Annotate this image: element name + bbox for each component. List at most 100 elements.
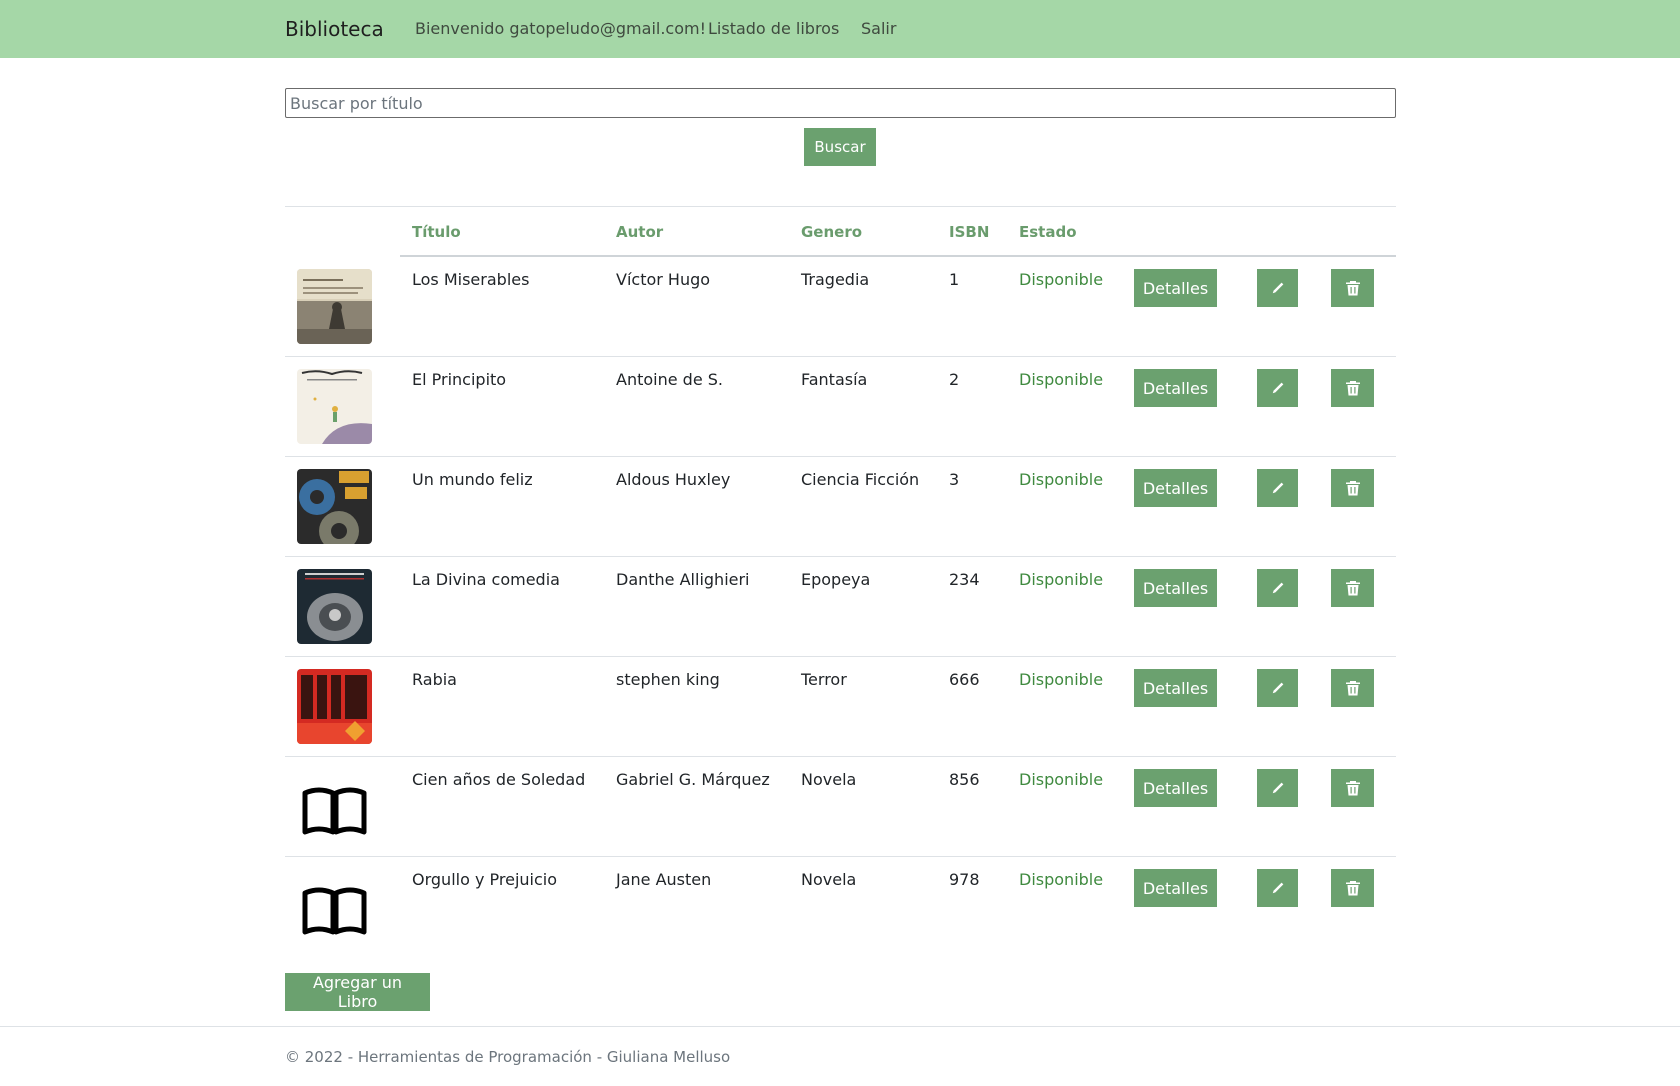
- details-button[interactable]: Detalles: [1134, 469, 1217, 507]
- rabia-cover: [297, 669, 372, 744]
- add-book-button[interactable]: Agregar un Libro: [285, 973, 430, 1011]
- table-row: La Divina comedia Danthe Allighieri Epop…: [285, 557, 1396, 657]
- book-author: Gabriel G. Márquez: [616, 770, 770, 789]
- table-row: El Principito Antoine de S. Fantasía 2 D…: [285, 357, 1396, 457]
- book-author: Jane Austen: [616, 870, 712, 889]
- book-title: Los Miserables: [412, 270, 530, 289]
- book-isbn: 666: [949, 670, 980, 689]
- table-row: Los Miserables Víctor Hugo Tragedia 1 Di…: [285, 257, 1396, 357]
- book-genre: Ciencia Ficción: [801, 470, 920, 489]
- book-author: Danthe Allighieri: [616, 570, 750, 589]
- table-row: Rabia stephen king Terror 666 Disponible…: [285, 657, 1396, 757]
- book-author: stephen king: [616, 670, 720, 689]
- details-button[interactable]: Detalles: [1134, 269, 1217, 307]
- delete-button[interactable]: [1331, 769, 1374, 807]
- pencil-icon: [1272, 782, 1283, 794]
- edit-button[interactable]: [1257, 469, 1298, 507]
- book-isbn: 1: [949, 270, 960, 289]
- welcome-link[interactable]: Bienvenido gatopeludo@gmail.com!: [415, 19, 706, 38]
- search-button[interactable]: Buscar: [804, 128, 876, 166]
- brand-link[interactable]: Biblioteca: [285, 17, 384, 41]
- trash-icon: [1345, 281, 1360, 296]
- book-isbn: 978: [949, 870, 980, 889]
- trash-icon: [1345, 881, 1360, 896]
- un-mundo-feliz-cover: [297, 469, 372, 544]
- details-button[interactable]: Detalles: [1134, 669, 1217, 707]
- book-status: Disponible: [1019, 270, 1104, 289]
- column-header-isbn: ISBN: [949, 223, 990, 241]
- edit-button[interactable]: [1257, 869, 1298, 907]
- edit-button[interactable]: [1257, 769, 1298, 807]
- column-header-title: Título: [412, 223, 461, 241]
- book-genre: Tragedia: [801, 270, 870, 289]
- book-status: Disponible: [1019, 870, 1104, 889]
- book-title: El Principito: [412, 370, 507, 389]
- table-top-divider: [285, 206, 1396, 207]
- delete-button[interactable]: [1331, 469, 1374, 507]
- search-input[interactable]: [285, 88, 1396, 118]
- book-title: Orgullo y Prejuicio: [412, 870, 558, 889]
- logout-link[interactable]: Salir: [861, 19, 896, 38]
- book-status: Disponible: [1019, 670, 1104, 689]
- books-list-link[interactable]: Listado de libros: [708, 19, 839, 38]
- pencil-icon: [1272, 682, 1283, 694]
- los-miserables-cover: [297, 269, 372, 344]
- delete-button[interactable]: [1331, 269, 1374, 307]
- book-isbn: 856: [949, 770, 980, 789]
- table-row: Orgullo y Prejuicio Jane Austen Novela 9…: [285, 857, 1396, 957]
- book-title: La Divina comedia: [412, 570, 560, 589]
- details-button[interactable]: Detalles: [1134, 869, 1217, 907]
- trash-icon: [1345, 481, 1360, 496]
- trash-icon: [1345, 381, 1360, 396]
- book-open-icon: [297, 869, 372, 944]
- book-genre: Epopeya: [801, 570, 871, 589]
- book-author: Víctor Hugo: [616, 270, 711, 289]
- el-principito-cover: [297, 369, 372, 444]
- column-header-author: Autor: [616, 223, 664, 241]
- table-row: Un mundo feliz Aldous Huxley Ciencia Fic…: [285, 457, 1396, 557]
- divina-comedia-cover: [297, 569, 372, 644]
- book-open-icon: [297, 769, 372, 844]
- book-status: Disponible: [1019, 470, 1104, 489]
- book-status: Disponible: [1019, 370, 1104, 389]
- footer-divider: [0, 1026, 1680, 1027]
- book-genre: Novela: [801, 870, 857, 889]
- delete-button[interactable]: [1331, 869, 1374, 907]
- book-title: Cien años de Soledad: [412, 770, 586, 789]
- book-title: Rabia: [412, 670, 457, 689]
- details-button[interactable]: Detalles: [1134, 769, 1217, 807]
- book-author: Antoine de S.: [616, 370, 723, 389]
- trash-icon: [1345, 781, 1360, 796]
- delete-button[interactable]: [1331, 369, 1374, 407]
- book-isbn: 3: [949, 470, 960, 489]
- delete-button[interactable]: [1331, 669, 1374, 707]
- book-status: Disponible: [1019, 570, 1104, 589]
- book-genre: Novela: [801, 770, 857, 789]
- trash-icon: [1345, 581, 1360, 596]
- details-button[interactable]: Detalles: [1134, 369, 1217, 407]
- pencil-icon: [1272, 482, 1283, 494]
- details-button[interactable]: Detalles: [1134, 569, 1217, 607]
- top-navbar: Biblioteca Bienvenido gatopeludo@gmail.c…: [0, 0, 1680, 58]
- delete-button[interactable]: [1331, 569, 1374, 607]
- pencil-icon: [1272, 282, 1283, 294]
- pencil-icon: [1272, 582, 1283, 594]
- book-isbn: 234: [949, 570, 980, 589]
- pencil-icon: [1272, 382, 1283, 394]
- book-status: Disponible: [1019, 770, 1104, 789]
- pencil-icon: [1272, 882, 1283, 894]
- book-genre: Terror: [801, 670, 847, 689]
- footer-text: © 2022 - Herramientas de Programación - …: [285, 1048, 731, 1066]
- edit-button[interactable]: [1257, 369, 1298, 407]
- book-isbn: 2: [949, 370, 960, 389]
- column-header-status: Estado: [1019, 223, 1077, 241]
- book-author: Aldous Huxley: [616, 470, 731, 489]
- table-row: Cien años de Soledad Gabriel G. Márquez …: [285, 757, 1396, 857]
- edit-button[interactable]: [1257, 569, 1298, 607]
- edit-button[interactable]: [1257, 269, 1298, 307]
- book-genre: Fantasía: [801, 370, 868, 389]
- edit-button[interactable]: [1257, 669, 1298, 707]
- column-header-genre: Genero: [801, 223, 863, 241]
- trash-icon: [1345, 681, 1360, 696]
- book-title: Un mundo feliz: [412, 470, 533, 489]
